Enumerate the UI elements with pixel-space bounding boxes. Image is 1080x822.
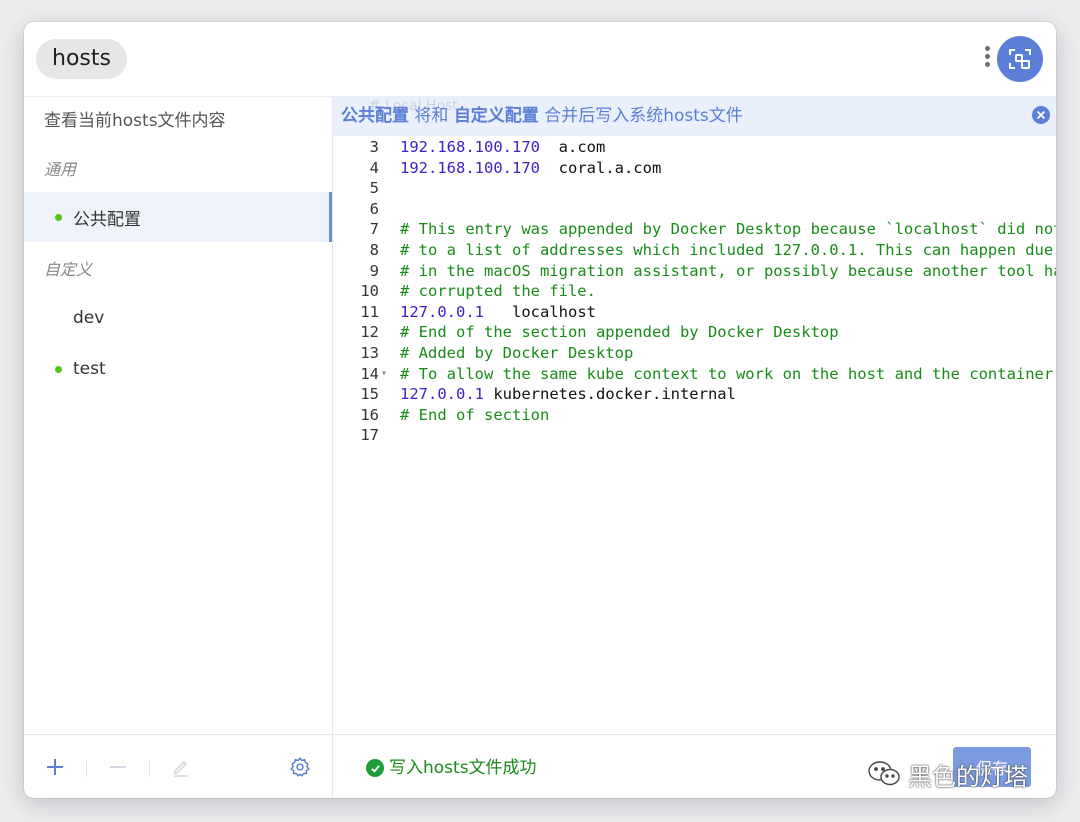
- comment-text: # End of the section appended by Docker …: [400, 323, 839, 342]
- watermark-text: 黑色的灯塔: [908, 762, 1028, 791]
- code-line: 17: [333, 425, 1056, 446]
- code-line: 4 192.168.100.170 coral.a.com: [333, 158, 1056, 179]
- notice-text: 公共配置 将和 自定义配置 合并后写入系统hosts文件: [341, 106, 743, 126]
- hosts-editor[interactable]: 3 192.168.100.170 a.com 4 192.168.100.170 c…: [333, 137, 1056, 446]
- sidebar-item-public-config[interactable]: 公共配置: [24, 192, 332, 242]
- comment-text: # in the macOS migration assistant, or p…: [400, 261, 1056, 280]
- comment-text: # End of section: [400, 405, 550, 424]
- code-line: 12 # End of the section appended by Docke…: [333, 322, 1056, 343]
- code-line: 7 # This entry was appended by Docker Des…: [333, 219, 1056, 240]
- merge-notice-banner: # Local Host 公共配置 将和 自定义配置 合并后写入系统hosts文…: [333, 96, 1056, 136]
- sidebar: 查看当前hosts文件内容 通用 公共配置 自定义 dev test: [24, 96, 333, 734]
- ip-address: 192.168.100.170: [400, 138, 540, 156]
- code-line: 11 127.0.0.1 localhost: [333, 302, 1056, 323]
- app-window: hosts 查看当前hosts文件内容 通用 公共配置 自定义 dev test: [24, 22, 1056, 798]
- line-number: 3: [369, 138, 379, 156]
- fold-arrow-icon[interactable]: ▾: [381, 364, 387, 385]
- code-line: 5: [333, 178, 1056, 199]
- editor-panel: # Local Host 公共配置 将和 自定义配置 合并后写入系统hosts文…: [333, 96, 1056, 734]
- remove-icon[interactable]: [106, 755, 130, 779]
- comment-text: # This entry was appended by Docker Desk…: [400, 220, 1056, 239]
- sidebar-item-label: dev: [73, 308, 105, 328]
- line-number: 13: [360, 343, 379, 362]
- group-label-custom: 自定义: [44, 260, 93, 279]
- more-vertical-icon[interactable]: [980, 44, 994, 76]
- status-message: 写入hosts文件成功: [389, 758, 537, 778]
- line-number: 14: [360, 364, 379, 383]
- hostname: coral.a.com: [558, 158, 662, 177]
- code-line: 6: [333, 199, 1056, 220]
- line-number: 16: [360, 405, 379, 424]
- line-number: 9: [369, 261, 379, 280]
- check-circle-icon: [366, 759, 384, 777]
- enabled-dot: [55, 213, 62, 221]
- add-icon[interactable]: [43, 755, 67, 779]
- line-number: 5: [369, 179, 379, 198]
- code-line: 16 # End of section: [333, 405, 1056, 426]
- wechat-icon: [868, 761, 900, 786]
- app-switch-icon: [1009, 49, 1031, 69]
- code-line: 8 # to a list of addresses which included…: [333, 240, 1056, 261]
- watermark: 黑色的灯塔: [866, 756, 1028, 792]
- code-line: 13 # Added by Docker Desktop: [333, 343, 1056, 364]
- app-title: hosts: [36, 39, 127, 79]
- line-number: 8: [369, 240, 379, 259]
- settings-gear-icon[interactable]: [288, 755, 312, 779]
- sidebar-item-test[interactable]: test: [24, 344, 332, 394]
- sidebar-item-label: test: [73, 359, 106, 379]
- line-number: 4: [369, 158, 379, 177]
- line-number: 10: [360, 282, 379, 301]
- comment-text: # corrupted the file.: [400, 282, 596, 301]
- close-icon[interactable]: [1032, 106, 1050, 124]
- code-line: 15 127.0.0.1 kubernetes.docker.internal: [333, 384, 1056, 405]
- sidebar-item-dev[interactable]: dev: [24, 293, 332, 343]
- line-number: 11: [360, 302, 379, 321]
- hostname: a.com: [558, 138, 606, 156]
- ip-address: 127.0.0.1: [400, 302, 484, 321]
- line-number: 12: [360, 323, 379, 342]
- comment-text: # to a list of addresses which included …: [400, 240, 1054, 259]
- edit-icon[interactable]: [169, 755, 193, 779]
- code-line: 9 # in the macOS migration assistant, or …: [333, 261, 1056, 282]
- hostname: localhost: [512, 302, 596, 321]
- line-number: 7: [369, 220, 379, 239]
- sidebar-toolbar: [24, 734, 333, 798]
- sidebar-item-label: 公共配置: [73, 209, 141, 230]
- switch-view-button[interactable]: [997, 36, 1043, 82]
- view-current-hosts-link[interactable]: 查看当前hosts文件内容: [44, 108, 226, 134]
- ip-address: 192.168.100.170: [400, 158, 540, 177]
- ip-address: 127.0.0.1: [400, 385, 484, 404]
- code-line: 3 192.168.100.170 a.com: [333, 137, 1056, 158]
- enabled-dot: [55, 365, 62, 373]
- hostname: kubernetes.docker.internal: [493, 385, 736, 404]
- code-line: 14 ▾ # To allow the same kube context to w…: [333, 364, 1056, 385]
- group-label-common: 通用: [44, 160, 77, 179]
- line-number: 6: [369, 199, 379, 218]
- code-line: 10 # corrupted the file.: [333, 281, 1056, 302]
- comment-text: # Added by Docker Desktop: [400, 343, 634, 362]
- comment-text: # To allow the same kube context to work…: [400, 364, 1056, 383]
- line-number: 17: [360, 426, 379, 445]
- line-number: 15: [360, 385, 379, 404]
- title-bar: hosts: [24, 22, 1056, 97]
